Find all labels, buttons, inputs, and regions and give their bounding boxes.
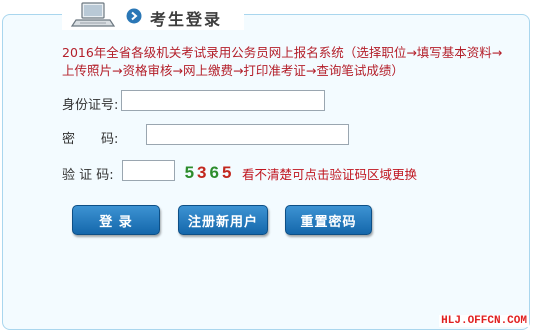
captcha-char: 3 <box>197 163 207 182</box>
id-number-input[interactable] <box>121 90 325 111</box>
captcha-refresh-link[interactable]: 看不清楚可点击验证码区域更换 <box>242 164 417 183</box>
intro-text: 2016年全省各级机关考试录用公务员网上报名系统（选择职位→填写基本资料→上传照… <box>62 45 503 78</box>
captcha-char: 5 <box>221 163 232 182</box>
captcha-label: 验 证 码: <box>62 168 114 183</box>
laptop-icon <box>70 2 116 27</box>
watermark: HLJ.OFFCN.COM <box>439 315 529 327</box>
captcha-char: 5 <box>184 163 195 182</box>
captcha-char: 6 <box>209 163 219 182</box>
captcha-input[interactable] <box>122 160 175 181</box>
id-number-label: 身份证号: <box>62 98 119 113</box>
password-label: 密 码: <box>62 132 119 147</box>
password-input[interactable] <box>146 124 349 145</box>
reset-password-button[interactable]: 重置密码 <box>285 205 372 235</box>
login-button[interactable]: 登 录 <box>72 205 160 235</box>
circle-arrow-right-icon <box>126 8 142 24</box>
page-title: 考生登录 <box>150 10 223 29</box>
captcha-image[interactable]: 5 3 6 5 <box>178 160 238 186</box>
register-button[interactable]: 注册新用户 <box>178 205 268 235</box>
